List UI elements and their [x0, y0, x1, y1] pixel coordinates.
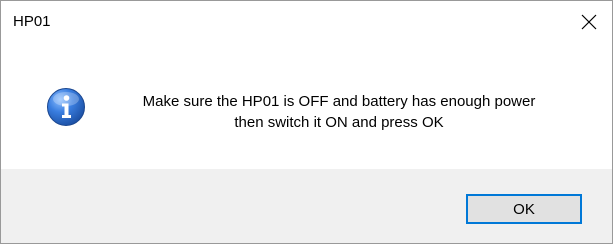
message-dialog: HP01 Make sure the HP01 is OFF and batte… [0, 0, 613, 244]
ok-button[interactable]: OK [466, 194, 582, 224]
title-bar[interactable]: HP01 [1, 1, 612, 41]
close-button[interactable] [566, 1, 612, 41]
window-title: HP01 [13, 13, 51, 30]
message-line-1: Make sure the HP01 is OFF and battery ha… [142, 93, 536, 110]
dialog-content: Make sure the HP01 is OFF and battery ha… [1, 41, 612, 169]
dialog-message: Make sure the HP01 is OFF and battery ha… [99, 91, 579, 133]
message-line-2: then switch it ON and press OK [234, 114, 444, 131]
dialog-footer: OK [1, 169, 612, 243]
info-icon [47, 88, 85, 126]
close-icon [581, 14, 597, 30]
